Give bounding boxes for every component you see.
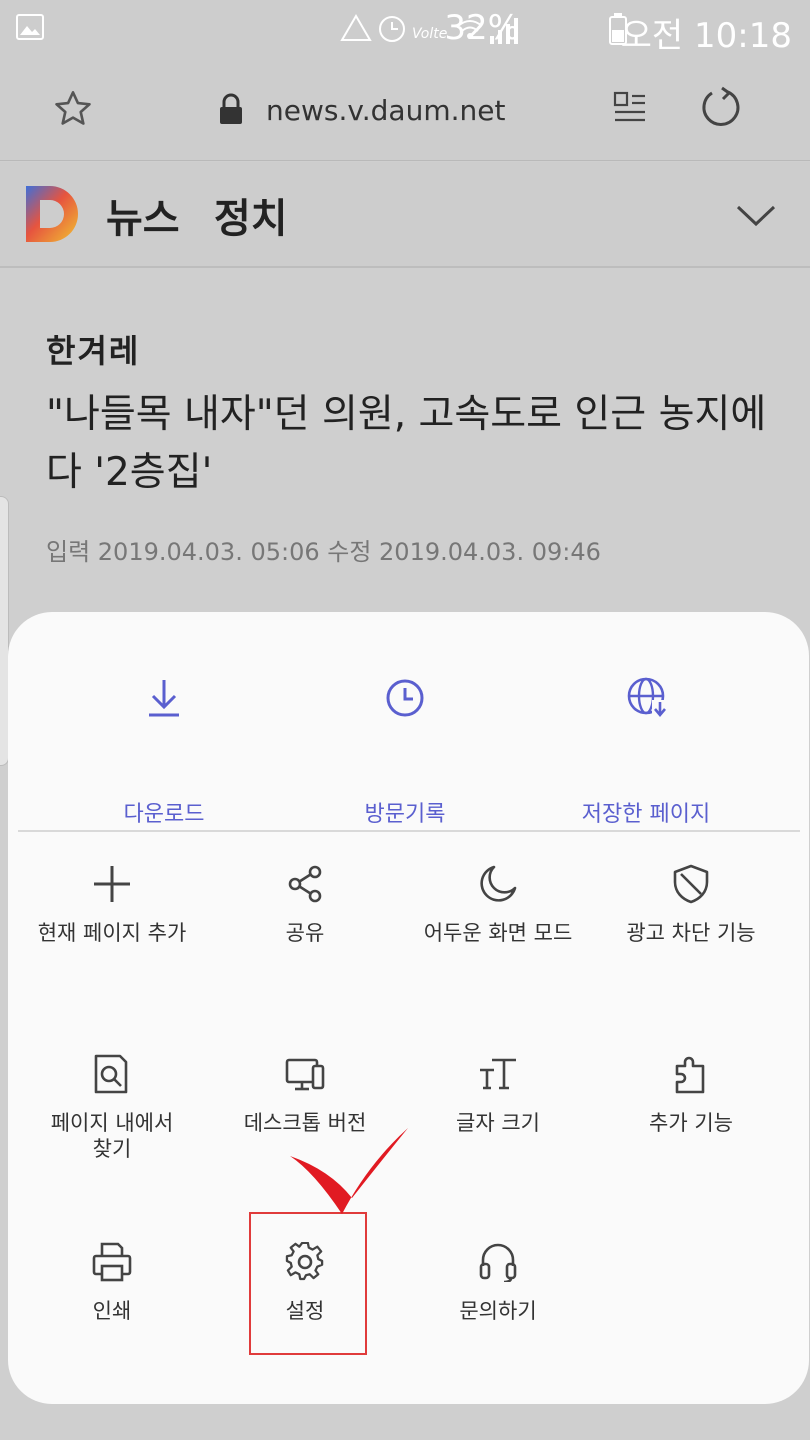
text-size-label: 글자 크기 [456, 1111, 540, 1135]
browser-menu-sheet: 다운로드 방문기록 저장한 페이지 현재 페이지 추가 공유 어두운 화면 모드… [8, 612, 809, 1404]
checkmark-annotation-icon [290, 1128, 408, 1214]
menu-item-text-size[interactable]: 글자 크기 [402, 1054, 594, 1204]
menu-divider [18, 830, 800, 832]
menu-item-contact[interactable]: 문의하기 [402, 1242, 594, 1392]
menu-item-saved-pages[interactable]: 저장한 페이지 [546, 672, 746, 832]
headset-icon [479, 1243, 517, 1282]
find-in-page-label: 페이지 내에서 찾기 [50, 1111, 174, 1161]
find-in-page-icon [94, 1054, 128, 1094]
add-page-label: 현재 페이지 추가 [37, 921, 187, 945]
article-dates: 입력 2019.04.03. 05:06 수정 2019.04.03. 09:4… [46, 538, 601, 566]
clock: 오전 10:18 [620, 16, 792, 56]
battery-percent: 32% [444, 8, 520, 48]
lock-icon [220, 93, 242, 124]
saved-page-globe-icon [627, 677, 668, 718]
menu-item-find-in-page[interactable]: 페이지 내에서 찾기 [16, 1054, 208, 1204]
url-text[interactable]: news.v.daum.net [266, 94, 505, 127]
download-icon [149, 680, 179, 717]
menu-item-add-ons[interactable]: 추가 기능 [595, 1054, 787, 1204]
shield-icon [673, 864, 709, 904]
printer-icon [92, 1242, 132, 1282]
share-label: 공유 [285, 921, 325, 945]
refresh-icon[interactable] [698, 86, 742, 130]
reader-mode-icon[interactable] [612, 90, 648, 128]
daum-logo-icon[interactable] [26, 186, 80, 242]
menu-item-history[interactable]: 방문기록 [305, 672, 505, 832]
contact-label: 문의하기 [459, 1299, 537, 1323]
plus-icon [94, 866, 130, 902]
press-logo: 한겨레 [46, 332, 141, 370]
star-icon[interactable] [52, 88, 94, 130]
text-size-icon [480, 1058, 516, 1090]
menu-item-add-page[interactable]: 현재 페이지 추가 [16, 864, 208, 1014]
ad-block-label: 광고 차단 기능 [626, 921, 756, 945]
print-label: 인쇄 [92, 1299, 132, 1323]
chevron-down-icon[interactable] [736, 204, 776, 228]
site-title[interactable]: 뉴스 [106, 186, 180, 244]
menu-item-download[interactable]: 다운로드 [64, 672, 264, 832]
settings-highlight-box [249, 1212, 367, 1355]
desktop-icon [285, 1058, 325, 1091]
menu-item-share[interactable]: 공유 [209, 864, 401, 1014]
menu-item-dark-mode[interactable]: 어두운 화면 모드 [402, 864, 594, 1014]
share-icon [288, 865, 322, 903]
menu-item-print[interactable]: 인쇄 [16, 1242, 208, 1392]
puzzle-icon [675, 1056, 705, 1094]
article-headline: "나들목 내자"던 의원, 고속도로 인근 농지에다 '2층집' [46, 392, 767, 495]
menu-item-ad-block[interactable]: 광고 차단 기능 [595, 864, 787, 1014]
svg-text:Volte: Volte [412, 26, 447, 42]
history-label: 방문기록 [364, 802, 446, 827]
site-header: 뉴스 정치 [0, 162, 810, 268]
address-bar: news.v.daum.net [0, 60, 810, 161]
dark-mode-label: 어두운 화면 모드 [423, 921, 573, 945]
download-label: 다운로드 [123, 802, 205, 827]
saved-pages-label: 저장한 페이지 [581, 802, 711, 827]
status-bar: Volte 32% 오전 10:18 [0, 0, 810, 60]
add-ons-label: 추가 기능 [649, 1111, 733, 1135]
section-title[interactable]: 정치 [214, 186, 288, 244]
moon-icon [480, 865, 517, 902]
history-clock-icon [386, 679, 424, 717]
gallery-icon [16, 14, 44, 40]
